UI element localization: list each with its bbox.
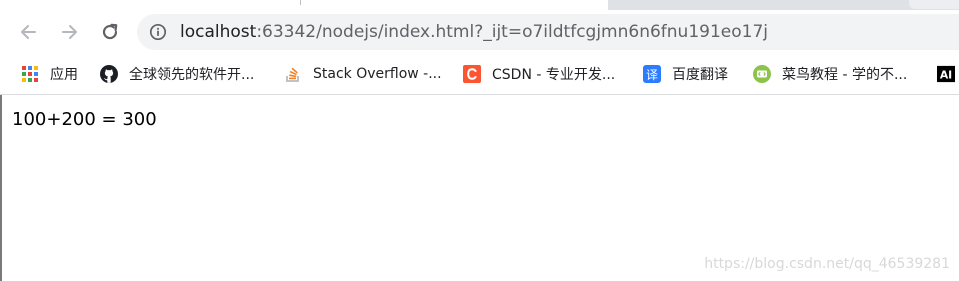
browser-window: localhost:63342/nodejs/index.html?_ijt=o… [0,0,959,281]
bookmark-stackoverflow[interactable]: Stack Overflow -... [284,63,442,85]
csdn-icon [463,65,481,83]
back-button[interactable] [17,20,41,44]
bookmark-github[interactable]: 全球领先的软件开... [100,63,254,85]
svg-text:AI: AI [940,69,952,82]
svg-text:译: 译 [646,68,658,82]
reload-icon [102,23,118,40]
watermark: https://blog.csdn.net/qq_46539281 [704,256,950,272]
github-icon [100,65,118,83]
translate-icon: 译 [643,65,661,83]
bookmark-runoob[interactable]: 菜鸟教程 - 学的不... [753,63,907,85]
bookmark-csdn[interactable]: CSDN - 专业开发... [463,63,615,85]
reload-button[interactable] [98,20,122,44]
inactive-tab[interactable] [909,0,959,9]
active-tab[interactable] [0,0,608,10]
bookmark-apps[interactable]: 应用 [21,63,78,85]
bookmark-ai[interactable]: AI [937,63,955,85]
toolbar: localhost:63342/nodejs/index.html?_ijt=o… [0,10,959,54]
url-path: :63342/nodejs/index.html?_ijt=o7ildtfcgj… [256,22,768,42]
ai-icon: AI [937,65,955,83]
address-bar[interactable]: localhost:63342/nodejs/index.html?_ijt=o… [137,14,959,50]
page-content: 100+200 = 300 https://blog.csdn.net/qq_4… [0,95,959,281]
bookmark-label: 应用 [50,67,78,83]
bookmark-baidu-translate[interactable]: 译 百度翻译 [643,63,728,85]
tab-strip [0,0,959,10]
url-text[interactable]: localhost:63342/nodejs/index.html?_ijt=o… [180,22,768,42]
result-text: 100+200 = 300 [12,109,157,130]
bookmark-label: CSDN - 专业开发... [492,67,616,83]
apps-grid-icon [21,65,39,83]
arrow-left-icon [21,25,36,39]
bookmarks-bar: 应用 全球领先的软件开... Stack Overflow -... CSDN … [0,54,959,95]
bookmark-label: 菜鸟教程 - 学的不... [782,67,908,83]
bookmark-label: 全球领先的软件开... [129,67,255,83]
info-icon[interactable] [149,23,167,41]
stackoverflow-icon [284,65,302,83]
window-edge [0,95,2,281]
url-host: localhost [180,22,257,42]
bookmark-label: Stack Overflow -... [313,66,442,82]
runoob-icon [753,65,771,83]
arrow-right-icon [62,25,77,39]
forward-button[interactable] [57,20,81,44]
bookmark-label: 百度翻译 [672,67,728,83]
